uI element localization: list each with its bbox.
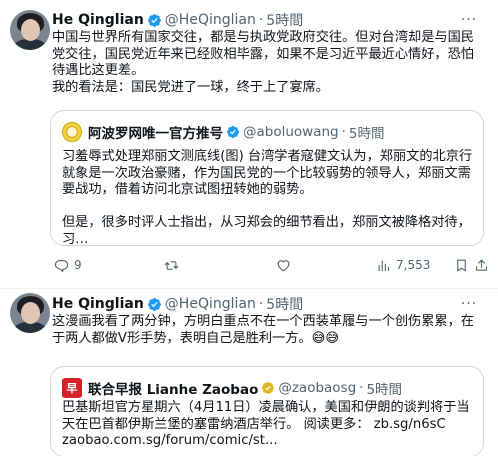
- quoted-author-handle: @aboluowang: [243, 124, 339, 140]
- verified-badge-icon: [262, 382, 275, 394]
- tweet-actions: 9 7,553: [54, 255, 488, 275]
- more-options-button[interactable]: ···: [458, 294, 480, 314]
- tweet-header: He Qinglian @HeQinglian · 5時間: [52, 10, 303, 30]
- retweet-icon: [164, 260, 179, 270]
- timestamp[interactable]: 5時間: [266, 294, 303, 314]
- zaobao-logo-icon[interactable]: 早: [62, 378, 82, 398]
- tweet-text: 中国与世界所有国家交往，都是与执政党政府交往。但对台湾却是与国民党交往，国民党近…: [52, 30, 474, 95]
- author-handle[interactable]: @HeQinglian: [165, 296, 256, 312]
- separator-dot: ·: [258, 12, 264, 28]
- quoted-author-name: 阿波罗网唯一官方推号: [88, 126, 223, 142]
- author-handle[interactable]: @HeQinglian: [165, 12, 256, 28]
- verified-badge-icon: [147, 13, 161, 27]
- tweet[interactable]: He Qinglian @HeQinglian · 5時間 ··· 这漫画我看了…: [0, 289, 498, 456]
- timestamp[interactable]: 5時間: [266, 10, 303, 30]
- reply-count: 9: [74, 258, 82, 272]
- quoted-author-handle: @zaobaosg: [278, 380, 357, 396]
- verified-badge-icon: [147, 297, 161, 311]
- bookmark-button[interactable]: [454, 255, 474, 275]
- quoted-tweet-text: 巴基斯坦官方星期六（4月11日）凌晨确认，美国和伊朗的谈判将于当天在巴首都伊斯兰…: [62, 400, 470, 448]
- bookmark-icon: [457, 259, 466, 271]
- tweet-text: 这漫画我看了两分钟，方明白重点不在一个西装革履与一个创伤累累，在于两人都做V形手…: [52, 314, 474, 346]
- separator-dot: ·: [258, 296, 264, 312]
- quoted-tweet[interactable]: 早 联合早报 Lianhe Zaobao @zaobaosg · 5時間 巴基斯…: [50, 366, 484, 456]
- share-button[interactable]: [474, 255, 494, 275]
- quoted-tweet-header: 阿波罗网唯一官方推号 @aboluowang · 5時間: [62, 121, 385, 143]
- quoted-tweet-header: 早 联合早报 Lianhe Zaobao @zaobaosg · 5時間: [62, 377, 402, 399]
- views-chart-icon: [378, 260, 390, 271]
- avatar[interactable]: [10, 293, 50, 333]
- quoted-tweet[interactable]: 阿波罗网唯一官方推号 @aboluowang · 5時間 习羞辱式处理郑丽文测底…: [50, 110, 484, 246]
- more-options-button[interactable]: ···: [458, 10, 480, 30]
- quoted-author-name: 联合早报 Lianhe Zaobao: [88, 382, 259, 398]
- sunflower-logo-icon[interactable]: [62, 122, 82, 142]
- quoted-tweet-text: 习羞辱式处理郑丽文测底线(图) 台湾学者寇健文认为，郑丽文的北京行就象是一次政治…: [62, 149, 473, 246]
- views-count: 7,553: [396, 258, 431, 272]
- views-button[interactable]: 7,553: [376, 255, 430, 275]
- retweet-button[interactable]: [164, 255, 184, 275]
- author-name[interactable]: He Qinglian: [52, 12, 144, 28]
- reply-button[interactable]: 9: [54, 255, 82, 275]
- separator-dot: ·: [359, 380, 364, 396]
- share-icon: [475, 259, 488, 271]
- verified-badge-icon: [227, 126, 239, 138]
- reply-icon: [54, 259, 69, 272]
- avatar[interactable]: [10, 10, 50, 50]
- tweet-header: He Qinglian @HeQinglian · 5時間: [52, 294, 303, 314]
- like-button[interactable]: [276, 255, 296, 275]
- quoted-timestamp: 5時間: [348, 126, 385, 142]
- quoted-timestamp: 5時間: [366, 382, 403, 398]
- tweet[interactable]: He Qinglian @HeQinglian · 5時間 ··· 中国与世界所…: [0, 0, 498, 288]
- separator-dot: ·: [341, 124, 346, 140]
- author-name[interactable]: He Qinglian: [52, 296, 144, 312]
- heart-icon: [277, 259, 290, 271]
